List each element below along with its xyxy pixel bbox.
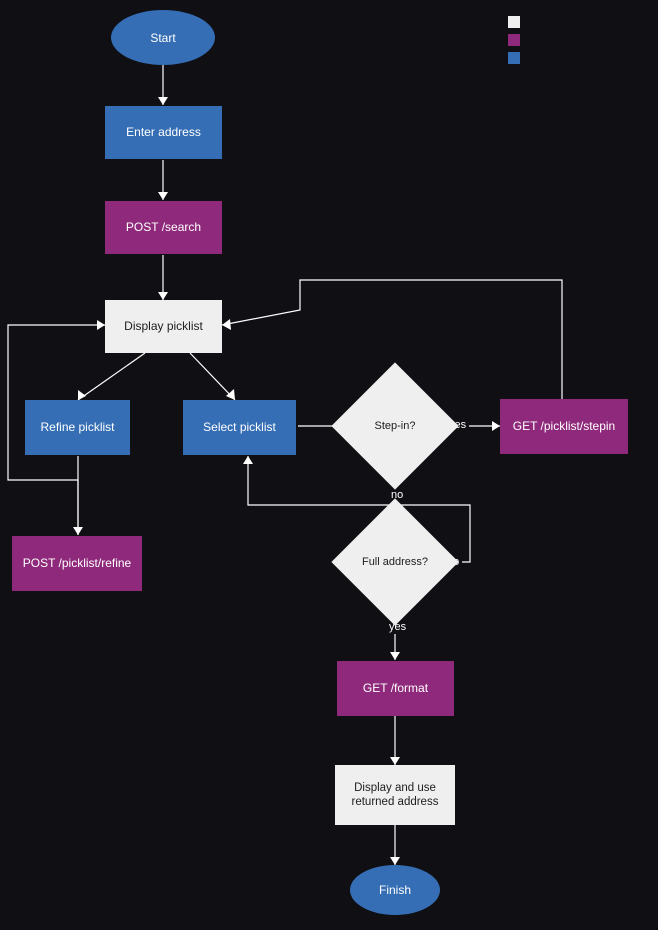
- node-finish-label: Finish: [379, 883, 411, 897]
- legend-swatch-purple: [508, 34, 520, 46]
- node-stepin-decision: Step-in?: [350, 381, 440, 471]
- flowchart-arrows: [0, 0, 658, 930]
- node-select-picklist-label: Select picklist: [203, 420, 276, 435]
- flowchart-canvas: yes no no yes Start Enter address POST /…: [0, 0, 658, 930]
- node-display-picklist-label: Display picklist: [124, 319, 203, 334]
- node-refine-picklist: Refine picklist: [25, 400, 130, 455]
- node-post-search-label: POST /search: [126, 220, 201, 235]
- node-select-picklist: Select picklist: [183, 400, 296, 455]
- node-enter-address: Enter address: [105, 106, 222, 159]
- node-fulladdress-decision: Full address?: [350, 517, 440, 607]
- node-post-search: POST /search: [105, 201, 222, 254]
- node-finish: Finish: [350, 865, 440, 915]
- node-display-returned-address-label: Display and use returned address: [339, 781, 451, 810]
- node-get-picklist-stepin: GET /picklist/stepin: [500, 399, 628, 454]
- node-start-label: Start: [150, 31, 175, 45]
- node-get-format-label: GET /format: [363, 681, 428, 696]
- node-display-returned-address: Display and use returned address: [335, 765, 455, 825]
- node-fulladdress-decision-label: Full address?: [350, 517, 440, 607]
- node-start: Start: [111, 10, 215, 65]
- node-refine-picklist-label: Refine picklist: [40, 420, 114, 435]
- legend-swatch-blue: [508, 52, 520, 64]
- node-display-picklist: Display picklist: [105, 300, 222, 353]
- node-enter-address-label: Enter address: [126, 125, 201, 140]
- node-stepin-decision-label: Step-in?: [350, 381, 440, 471]
- legend-swatch-white: [508, 16, 520, 28]
- legend: [508, 16, 520, 70]
- node-post-picklist-refine: POST /picklist/refine: [12, 536, 142, 591]
- node-get-picklist-stepin-label: GET /picklist/stepin: [513, 419, 615, 434]
- node-post-picklist-refine-label: POST /picklist/refine: [23, 556, 131, 571]
- node-get-format: GET /format: [337, 661, 454, 716]
